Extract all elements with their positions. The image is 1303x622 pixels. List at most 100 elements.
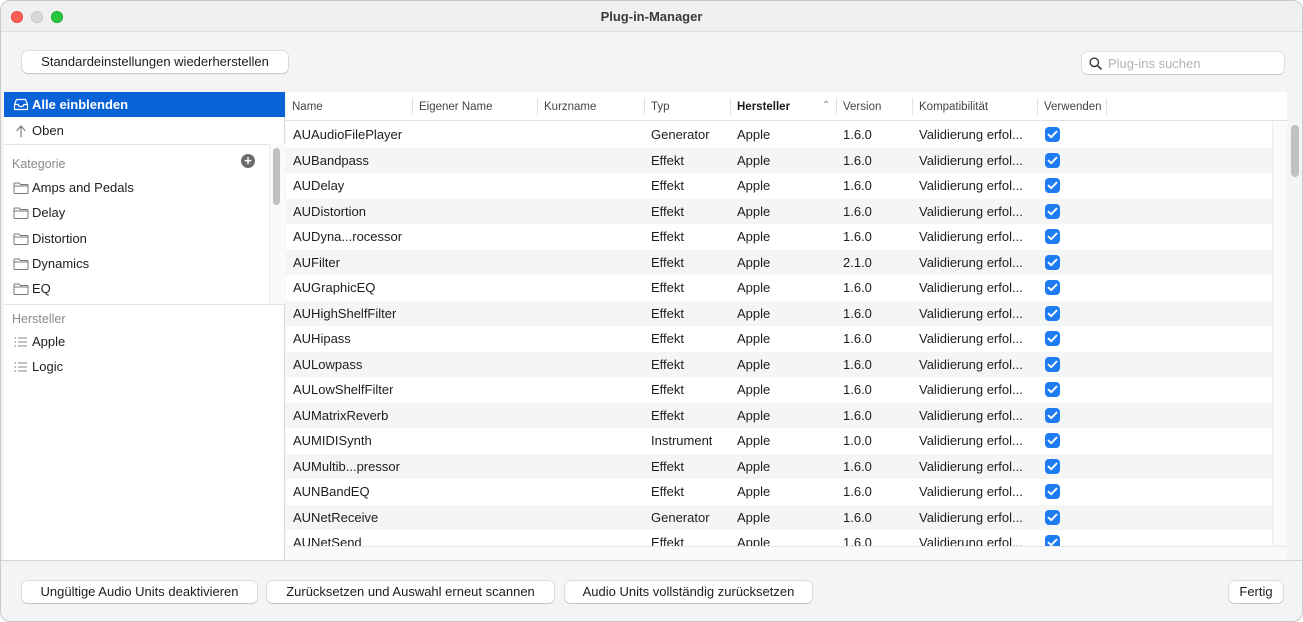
table-row[interactable]: AUAudioFilePlayerGeneratorApple1.6.0Vali…	[286, 122, 1287, 148]
use-checkbox[interactable]	[1045, 382, 1060, 397]
sidebar-manufacturer-item[interactable]: Logic	[4, 354, 285, 379]
cell-version: 2.1.0	[843, 250, 872, 276]
table-row[interactable]: AUHipassEffektApple1.6.0Validierung erfo…	[286, 326, 1287, 352]
list-icon	[4, 362, 32, 372]
cell-manufacturer: Apple	[737, 148, 770, 174]
cell-name: AUMIDISynth	[293, 428, 372, 454]
table-row[interactable]: AULowpassEffektApple1.6.0Validierung erf…	[286, 352, 1287, 378]
checkmark-icon	[1047, 411, 1058, 420]
cell-type: Effekt	[651, 479, 684, 505]
use-checkbox[interactable]	[1045, 433, 1060, 448]
table-row[interactable]: AUMatrixReverbEffektApple1.6.0Validierun…	[286, 403, 1287, 429]
use-checkbox[interactable]	[1045, 255, 1060, 270]
table-row[interactable]: AUFilterEffektApple2.1.0Validierung erfo…	[286, 250, 1287, 276]
table-row[interactable]: AUMultib...pressorEffektApple1.6.0Validi…	[286, 454, 1287, 480]
cell-type: Effekt	[651, 250, 684, 276]
use-checkbox[interactable]	[1045, 408, 1060, 423]
cell-version: 1.0.0	[843, 428, 872, 454]
column-header-manufacturer[interactable]: Hersteller	[731, 92, 835, 121]
sidebar-category-item[interactable]: Dynamics	[4, 251, 266, 276]
column-header-type[interactable]: Typ	[645, 92, 730, 121]
checkmark-icon	[1047, 462, 1058, 471]
table-row[interactable]: AUNetSendEffektApple1.6.0Validierung erf…	[286, 530, 1287, 546]
table-scrollbar[interactable]	[1272, 122, 1287, 546]
column-header-version[interactable]: Version	[837, 92, 912, 121]
cell-version: 1.6.0	[843, 199, 872, 225]
table-row[interactable]: AUDistortionEffektApple1.6.0Validierung …	[286, 199, 1287, 225]
cell-type: Generator	[651, 505, 710, 531]
table-row[interactable]: AUBandpassEffektApple1.6.0Validierung er…	[286, 148, 1287, 174]
column-divider[interactable]	[1106, 98, 1107, 115]
cell-version: 1.6.0	[843, 454, 872, 480]
cell-compatibility: Validierung erfol...	[919, 454, 1023, 480]
table-scrollbar-thumb[interactable]	[1291, 125, 1299, 177]
plus-circle-icon[interactable]: +	[241, 154, 255, 168]
checkmark-icon	[1047, 258, 1058, 267]
table-row[interactable]: AUNetReceiveGeneratorApple1.6.0Validieru…	[286, 505, 1287, 531]
sidebar-category-item[interactable]: EQ	[4, 276, 266, 301]
use-checkbox[interactable]	[1045, 484, 1060, 499]
column-header-compatibility[interactable]: Kompatibilität	[913, 92, 1037, 121]
cell-version: 1.6.0	[843, 148, 872, 174]
use-checkbox[interactable]	[1045, 229, 1060, 244]
cell-name: AUNetSend	[293, 530, 362, 546]
use-checkbox[interactable]	[1045, 280, 1060, 295]
cell-compatibility: Validierung erfol...	[919, 428, 1023, 454]
cell-name: AUMatrixReverb	[293, 403, 388, 429]
cell-manufacturer: Apple	[737, 275, 770, 301]
table-row[interactable]: AUGraphicEQEffektApple1.6.0Validierung e…	[286, 275, 1287, 301]
cell-type: Effekt	[651, 173, 684, 199]
table-row[interactable]: AUDyna...rocessorEffektApple1.6.0Validie…	[286, 224, 1287, 250]
search-icon	[1089, 57, 1102, 70]
sidebar-category-item[interactable]: Amps and Pedals	[4, 175, 266, 200]
restore-defaults-button[interactable]: Standardeinstellungen wiederherstellen	[22, 51, 288, 73]
column-header-use[interactable]: Verwenden	[1038, 92, 1106, 121]
sidebar-category-item[interactable]: Distortion	[4, 226, 266, 251]
cell-compatibility: Validierung erfol...	[919, 275, 1023, 301]
table-row[interactable]: AULowShelfFilterEffektApple1.6.0Validier…	[286, 377, 1287, 403]
column-header-short-name[interactable]: Kurzname	[538, 92, 644, 121]
checkmark-icon	[1047, 360, 1058, 369]
table-row[interactable]: AUDelayEffektApple1.6.0Validierung erfol…	[286, 173, 1287, 199]
use-checkbox[interactable]	[1045, 204, 1060, 219]
deactivate-invalid-audio-units-button[interactable]: Ungültige Audio Units deaktivieren	[22, 581, 257, 603]
sidebar-category-item[interactable]: Delay	[4, 200, 266, 225]
checkmark-icon	[1047, 538, 1058, 546]
use-checkbox[interactable]	[1045, 153, 1060, 168]
search-input[interactable]	[1108, 54, 1278, 72]
full-reset-audio-units-button[interactable]: Audio Units vollständig zurücksetzen	[565, 581, 812, 603]
cell-compatibility: Validierung erfol...	[919, 224, 1023, 250]
reset-and-rescan-button[interactable]: Zurücksetzen und Auswahl erneut scannen	[267, 581, 554, 603]
use-checkbox[interactable]	[1045, 178, 1060, 193]
use-checkbox[interactable]	[1045, 357, 1060, 372]
cell-manufacturer: Apple	[737, 122, 770, 148]
sidebar-manufacturer-item[interactable]: Apple	[4, 329, 285, 354]
table-row[interactable]: AUMIDISynthInstrumentApple1.0.0Validieru…	[286, 428, 1287, 454]
category-scrollbar-thumb[interactable]	[273, 148, 280, 205]
folder-icon	[4, 182, 32, 194]
use-checkbox[interactable]	[1045, 127, 1060, 142]
column-header-custom-name[interactable]: Eigener Name	[413, 92, 537, 121]
folder-icon	[4, 233, 32, 245]
search-field[interactable]	[1082, 52, 1284, 74]
column-header-name[interactable]: Name	[286, 92, 412, 121]
cell-compatibility: Validierung erfol...	[919, 326, 1023, 352]
use-checkbox[interactable]	[1045, 306, 1060, 321]
use-checkbox[interactable]	[1045, 510, 1060, 525]
table-row[interactable]: AUNBandEQEffektApple1.6.0Validierung erf…	[286, 479, 1287, 505]
cell-name: AUNetReceive	[293, 505, 378, 531]
cell-version: 1.6.0	[843, 479, 872, 505]
cell-type: Effekt	[651, 148, 684, 174]
sidebar-item-show-all[interactable]: Alle einblenden	[4, 92, 285, 117]
sidebar-item-label: Distortion	[32, 231, 87, 246]
use-checkbox[interactable]	[1045, 535, 1060, 546]
table-row[interactable]: AUHighShelfFilterEffektApple1.6.0Validie…	[286, 301, 1287, 327]
use-checkbox[interactable]	[1045, 459, 1060, 474]
cell-name: AULowpass	[293, 352, 362, 378]
sidebar-item-top[interactable]: Oben	[4, 118, 285, 143]
cell-type: Effekt	[651, 326, 684, 352]
cell-compatibility: Validierung erfol...	[919, 148, 1023, 174]
use-checkbox[interactable]	[1045, 331, 1060, 346]
checkmark-icon	[1047, 487, 1058, 496]
done-button[interactable]: Fertig	[1229, 581, 1283, 603]
